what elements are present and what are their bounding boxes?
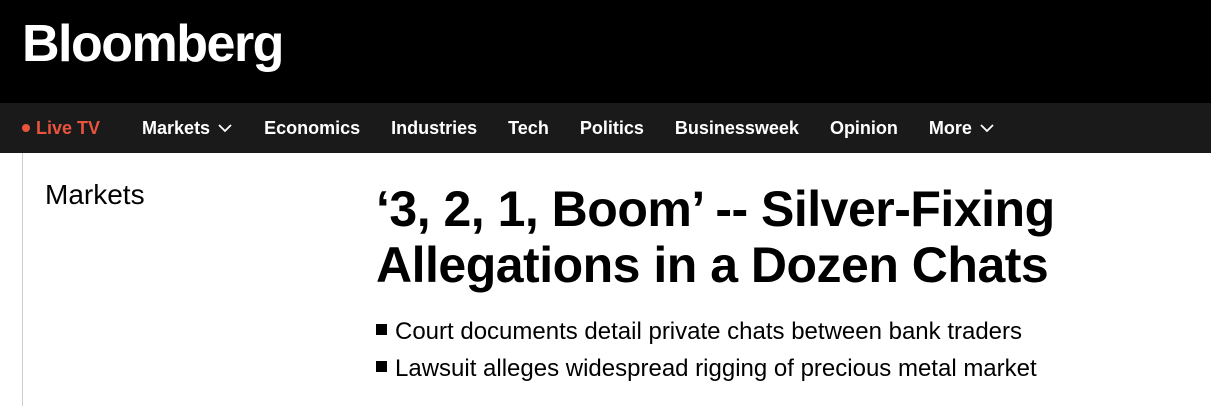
- nav-item-businessweek[interactable]: Businessweek: [675, 103, 799, 153]
- chevron-down-icon: [218, 123, 232, 133]
- bullet-text: Lawsuit alleges widespread rigging of pr…: [395, 354, 1037, 382]
- list-item: Lawsuit alleges widespread rigging of pr…: [376, 350, 1037, 387]
- divider: [22, 153, 23, 406]
- nav-list: Live TV Markets Economics Industries Tec…: [0, 103, 994, 153]
- nav-live-label: Live TV: [36, 117, 101, 138]
- nav-item-label: More: [928, 117, 972, 138]
- nav-item-tech[interactable]: Tech: [508, 103, 549, 153]
- nav-item-label: Tech: [508, 117, 549, 138]
- nav-item-economics[interactable]: Economics: [264, 103, 360, 153]
- nav-item-industries[interactable]: Industries: [391, 103, 477, 153]
- article-headline: ‘3, 2, 1, Boom’ -- Silver-Fixing Allegat…: [376, 181, 1176, 293]
- nav-item-politics[interactable]: Politics: [580, 103, 644, 153]
- bloomberg-logo[interactable]: Bloomberg: [22, 18, 284, 70]
- nav-item-label: Economics: [264, 117, 361, 138]
- chevron-down-icon: [980, 123, 994, 133]
- nav-item-live-tv[interactable]: Live TV: [22, 103, 100, 153]
- section-label[interactable]: Markets: [45, 181, 145, 209]
- nav-item-label: Opinion: [829, 117, 898, 138]
- masthead: Bloomberg: [0, 0, 1211, 103]
- bullet-text: Court documents detail private chats bet…: [395, 317, 1023, 345]
- article-summary-bullets: Court documents detail private chats bet…: [376, 313, 1037, 387]
- nav-item-markets[interactable]: Markets: [142, 103, 232, 153]
- list-item: Court documents detail private chats bet…: [376, 313, 1037, 350]
- live-indicator-icon: [22, 124, 30, 132]
- article-content: Markets ‘3, 2, 1, Boom’ -- Silver-Fixing…: [0, 153, 1211, 406]
- main-nav: Live TV Markets Economics Industries Tec…: [0, 103, 1211, 153]
- nav-item-label: Industries: [391, 117, 478, 138]
- headline-line-2: Allegations in a Dozen Chats: [376, 237, 1049, 293]
- nav-item-label: Markets: [142, 117, 211, 138]
- bullet-square-icon: [376, 361, 387, 372]
- headline-line-1: ‘3, 2, 1, Boom’ -- Silver-Fixing: [376, 181, 1055, 237]
- nav-item-opinion[interactable]: Opinion: [830, 103, 898, 153]
- nav-item-label: Businessweek: [674, 117, 799, 138]
- nav-item-more[interactable]: More: [929, 103, 994, 153]
- bullet-square-icon: [376, 324, 387, 335]
- nav-item-label: Politics: [579, 117, 644, 138]
